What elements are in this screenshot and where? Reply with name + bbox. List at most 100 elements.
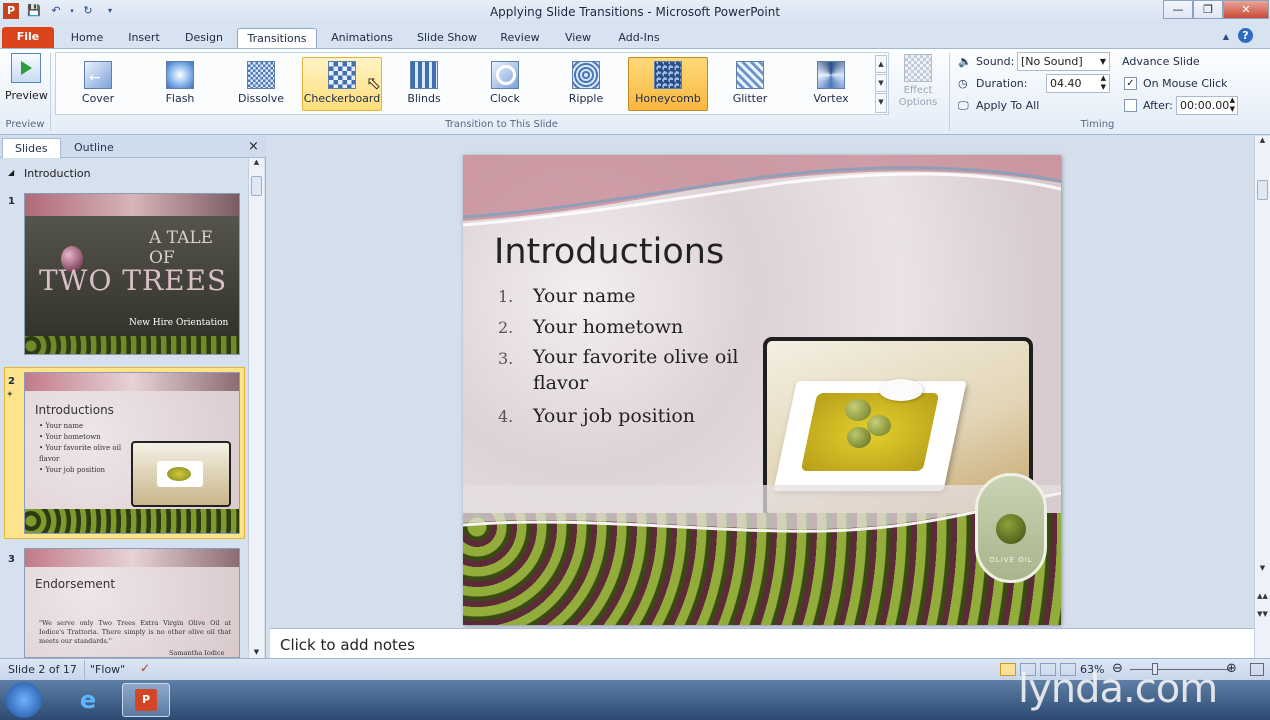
transition-cover-label: Cover [81, 92, 115, 105]
thumb-bullet: • Your favorite olive oil flavor [39, 444, 122, 463]
thumb-photo [131, 441, 231, 507]
transition-vortex[interactable]: Vortex [794, 57, 868, 111]
windows-taskbar: e P lynda.com [0, 666, 1270, 720]
slide-thumbnail-1[interactable]: A TALE OF TWO TREES New Hire Orientation [24, 193, 240, 355]
sound-dropdown[interactable]: [No Sound] ▼ [1017, 52, 1110, 71]
olive-oil-badge: OLIVE OIL [975, 473, 1047, 583]
gallery-more-button[interactable]: ▼ [875, 93, 887, 113]
slide-canvas[interactable]: Introductions 1. Your name 2. Your hometow… [463, 155, 1061, 625]
close-pane-icon[interactable]: × [248, 139, 259, 154]
minimize-ribbon-icon[interactable]: ▲ [1218, 29, 1234, 45]
thumb-title-big: TWO TREES [39, 264, 228, 297]
olive [847, 427, 871, 448]
tab-add-ins[interactable]: Add-Ins [609, 28, 669, 49]
thumb-bullet: • Your name [39, 422, 84, 430]
blinds-icon [410, 61, 438, 89]
scroll-thumb[interactable] [1257, 180, 1268, 200]
preview-group-label: Preview [5, 119, 45, 130]
transition-ripple[interactable]: Ripple [549, 57, 623, 111]
transition-vortex-label: Vortex [813, 92, 849, 105]
glitter-icon [736, 61, 764, 89]
transition-cover[interactable]: ← Cover [61, 57, 135, 111]
slides-pane-scrollbar[interactable]: ▲ ▼ [248, 158, 264, 658]
minimize-button[interactable]: — [1163, 0, 1193, 19]
tab-file[interactable]: File [2, 27, 54, 49]
slide-thumbnail-3[interactable]: Endorsement "We serve only Two Trees Ext… [24, 548, 240, 658]
thumb-bullet: • Your hometown [39, 433, 101, 441]
sound-icon: 🔈 [958, 55, 972, 68]
mouse-cursor-icon: ⬁ [366, 73, 382, 94]
transition-dissolve[interactable]: Dissolve [224, 57, 298, 111]
transition-flash[interactable]: Flash [143, 57, 217, 111]
scroll-down-icon[interactable]: ▼ [1255, 564, 1270, 572]
ribbon-tab-row: File Home Insert Design Transitions Anim… [0, 24, 1270, 49]
tab-insert[interactable]: Insert [119, 28, 169, 49]
ripple-icon [572, 61, 600, 89]
notes-pane[interactable]: Click to add notes [270, 628, 1254, 658]
scroll-up-icon[interactable]: ▲ [1255, 136, 1270, 144]
help-icon[interactable]: ? [1238, 28, 1253, 43]
preview-button[interactable]: Preview [5, 53, 48, 111]
tab-view[interactable]: View [556, 28, 600, 49]
editor-scrollbar[interactable]: ▲ ▼ ▲▲ ▼▼ [1254, 136, 1270, 658]
next-slide-icon[interactable]: ▼▼ [1255, 610, 1270, 618]
apply-to-all-button[interactable]: Apply To All [976, 99, 1039, 112]
flash-icon [166, 61, 194, 89]
powerpoint-taskbar-button[interactable]: P [122, 683, 170, 717]
scroll-down-icon[interactable]: ▼ [249, 648, 264, 656]
thumb-bullets: • Your name • Your hometown • Your favor… [39, 421, 143, 476]
tab-review[interactable]: Review [494, 28, 546, 49]
title-bar: P 💾 ↶ ▾ ↻ ▾ Applying Slide Transitions -… [0, 0, 1270, 24]
spelling-check-icon[interactable]: ✓ [140, 661, 150, 675]
slide-thumbnail-2[interactable]: Introductions • Your name • Your hometow… [24, 372, 240, 534]
tab-design[interactable]: Design [178, 28, 230, 49]
timing-group-label: Timing [1080, 119, 1115, 130]
duration-spinner[interactable]: 04.40 ▲ ▼ [1046, 74, 1110, 93]
gallery-scroll-up[interactable]: ▲ [875, 55, 887, 73]
on-mouse-click-checkbox[interactable]: ✓ [1124, 77, 1137, 90]
vortex-icon [817, 61, 845, 89]
tab-outline[interactable]: Outline [62, 138, 126, 158]
thumb-title: Endorsement [35, 577, 116, 591]
zoom-in-icon[interactable]: ⊕ [1226, 661, 1237, 676]
transition-clock-label: Clock [490, 92, 520, 105]
tab-animations[interactable]: Animations [325, 28, 399, 49]
gallery-scroll-down[interactable]: ▼ [875, 74, 887, 92]
tab-home[interactable]: Home [62, 28, 112, 49]
tab-transitions[interactable]: Transitions [237, 28, 317, 49]
after-label: After: [1143, 99, 1173, 112]
thumb-header-band [25, 373, 239, 391]
tab-slides[interactable]: Slides [2, 138, 61, 158]
status-separator [84, 660, 85, 679]
normal-view-icon[interactable] [1000, 663, 1016, 676]
internet-explorer-icon[interactable]: e [68, 683, 108, 717]
transition-blinds[interactable]: Blinds [387, 57, 461, 111]
fit-to-window-icon[interactable] [1250, 663, 1264, 676]
after-time-spinner[interactable]: 00:00.00 ▲ ▼ [1176, 96, 1238, 115]
previous-slide-icon[interactable]: ▲▲ [1255, 592, 1270, 600]
slide-content-list[interactable]: 1. Your name 2. Your hometown 3. Your favor… [498, 285, 768, 436]
scroll-up-icon[interactable]: ▲ [249, 158, 264, 166]
close-button[interactable]: ✕ [1223, 0, 1269, 19]
thumb-bullet: • Your job position [39, 466, 106, 474]
after-value: 00:00.00 [1180, 99, 1230, 112]
effect-options-button[interactable]: Effect Options [893, 54, 943, 116]
transition-indicator-icon[interactable]: ✦ [6, 390, 14, 400]
list-item: 1. Your name [498, 285, 636, 307]
scroll-thumb[interactable] [251, 176, 262, 196]
honeycomb-icon [654, 61, 682, 89]
olive [845, 399, 871, 421]
restore-button[interactable]: ❐ [1193, 0, 1223, 19]
section-collapse-icon[interactable]: ◢ [8, 168, 14, 177]
section-header[interactable]: Introduction [24, 167, 91, 180]
notes-placeholder: Click to add notes [280, 636, 415, 654]
duration-value: 04.40 [1050, 77, 1082, 90]
transition-honeycomb[interactable]: Honeycomb [628, 57, 708, 111]
slide-title[interactable]: Introductions [494, 232, 724, 272]
clock-icon [491, 61, 519, 89]
tab-slide-show[interactable]: Slide Show [410, 28, 484, 49]
transition-clock[interactable]: Clock [468, 57, 542, 111]
transition-glitter[interactable]: Glitter [713, 57, 787, 111]
start-button-icon[interactable] [6, 682, 42, 718]
after-checkbox[interactable] [1124, 99, 1137, 112]
